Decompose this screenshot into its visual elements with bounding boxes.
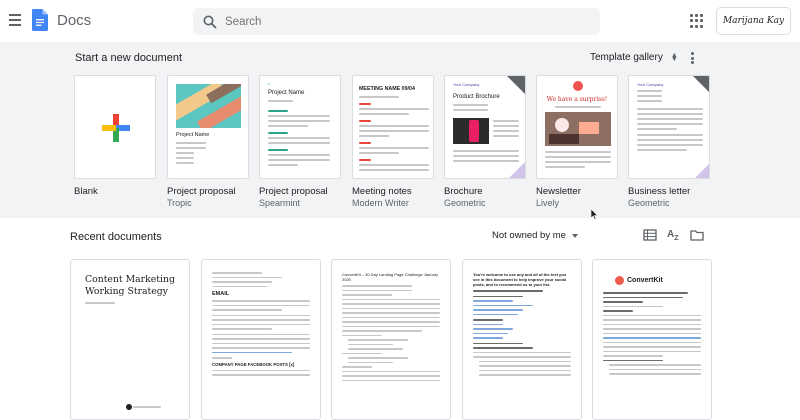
template-style: Geometric [444, 198, 486, 208]
more-options-icon[interactable] [689, 51, 695, 65]
thumbnail-title: MEETING NAME 09/04 [359, 86, 415, 92]
owner-filter-dropdown[interactable]: Not owned by me [492, 230, 578, 241]
list-view-icon[interactable] [643, 228, 657, 242]
template-name: Project proposal [259, 186, 328, 197]
template-newsletter[interactable]: We have a surprise! Newsletter Lively [536, 75, 618, 208]
brand-name: ConvertKit [627, 277, 663, 284]
recent-document-5[interactable]: ConvertKit [592, 259, 712, 420]
template-thumbnail[interactable]: MEETING NAME 09/04 [352, 75, 434, 179]
template-name: Blank [74, 186, 98, 197]
start-new-document-title: Start a new document [75, 52, 183, 64]
recent-document-4[interactable]: You're welcome to use any and all of the… [462, 259, 582, 420]
search-icon[interactable] [203, 15, 217, 29]
google-apps-icon[interactable] [690, 14, 704, 28]
document-title: You're welcome to use any and all of the… [473, 272, 567, 287]
template-section: Start a new document Template gallery ▲ ▼… [0, 42, 800, 220]
recent-document-1[interactable]: Content Marketing Working Strategy [70, 259, 190, 420]
folder-icon[interactable] [690, 228, 704, 242]
document-heading: EMAIL [212, 291, 230, 297]
thumbnail-title: Project Name [268, 90, 305, 96]
account-name: Marijana Kay [722, 16, 785, 26]
document-title: ConvertKit – 30 Day Landing Page Challen… [342, 272, 439, 282]
recent-document-2[interactable]: EMAIL COMPANY PAGE FACEBOOK POSTS [x] [201, 259, 321, 420]
thumbnail-title: We have a surprise! [546, 96, 608, 103]
template-style: Modern Writer [352, 198, 409, 208]
template-project-proposal-spearmint[interactable]: ● Project Name Project proposal Spearmin… [259, 75, 341, 208]
template-meeting-notes[interactable]: MEETING NAME 09/04 Meeting notes Modern … [352, 75, 434, 208]
template-style: Geometric [628, 198, 670, 208]
template-thumbnail[interactable]: ● Project Name [259, 75, 341, 179]
template-blank[interactable]: Blank [74, 75, 156, 197]
top-bar: Docs Marijana Kay [0, 0, 800, 42]
search-input[interactable] [225, 15, 585, 28]
template-gallery-label: Template gallery [590, 52, 663, 63]
mouse-cursor-icon [591, 209, 599, 220]
template-style: Tropic [167, 198, 192, 208]
template-business-letter[interactable]: Your Company Business letter Geometric [628, 75, 710, 208]
unfold-icon: ▲ ▼ [670, 51, 678, 63]
document-title: Content Marketing Working Strategy [85, 274, 175, 297]
thumbnail-title: Project Name [176, 132, 210, 138]
template-gallery-button[interactable]: Template gallery ▲ ▼ [590, 51, 679, 64]
thumbnail-brand: Your Company [453, 82, 480, 87]
template-name: Meeting notes [352, 186, 412, 197]
template-style: Lively [536, 198, 560, 208]
caret-down-icon [571, 233, 578, 238]
recent-document-3[interactable]: ConvertKit – 30 Day Landing Page Challen… [331, 259, 451, 420]
account-button[interactable]: Marijana Kay [716, 7, 791, 35]
template-brochure[interactable]: Your Company Product Brochure Brochure G… [444, 75, 526, 208]
recent-documents-title: Recent documents [70, 231, 162, 243]
document-subheading: COMPANY PAGE FACEBOOK POSTS [x] [212, 361, 295, 367]
template-project-proposal-tropic[interactable]: Project Name Project proposal Tropic [167, 75, 249, 208]
template-name: Business letter [628, 186, 691, 197]
template-thumbnail[interactable] [74, 75, 156, 179]
tropic-cover-image [176, 84, 241, 128]
template-thumbnail[interactable]: Your Company [628, 75, 710, 179]
sort-az-icon[interactable]: AZ [667, 228, 681, 242]
convertkit-logo: ConvertKit [615, 276, 663, 285]
owner-filter-label: Not owned by me [492, 230, 566, 241]
template-style: Spearmint [259, 198, 301, 208]
thumbnail-brand: Your Company [637, 82, 664, 87]
plus-icon [102, 114, 130, 142]
template-name: Brochure [444, 186, 483, 197]
main-menu-icon[interactable] [6, 11, 24, 29]
search-bar[interactable] [193, 8, 600, 35]
template-name: Project proposal [167, 186, 236, 197]
template-name: Newsletter [536, 186, 581, 197]
docs-logo-icon[interactable] [32, 9, 48, 31]
template-thumbnail[interactable]: Project Name [167, 75, 249, 179]
thumbnail-title: Product Brochure [453, 94, 500, 100]
template-thumbnail[interactable]: Your Company Product Brochure [444, 75, 526, 179]
template-thumbnail[interactable]: We have a surprise! [536, 75, 618, 179]
app-title[interactable]: Docs [57, 12, 91, 29]
